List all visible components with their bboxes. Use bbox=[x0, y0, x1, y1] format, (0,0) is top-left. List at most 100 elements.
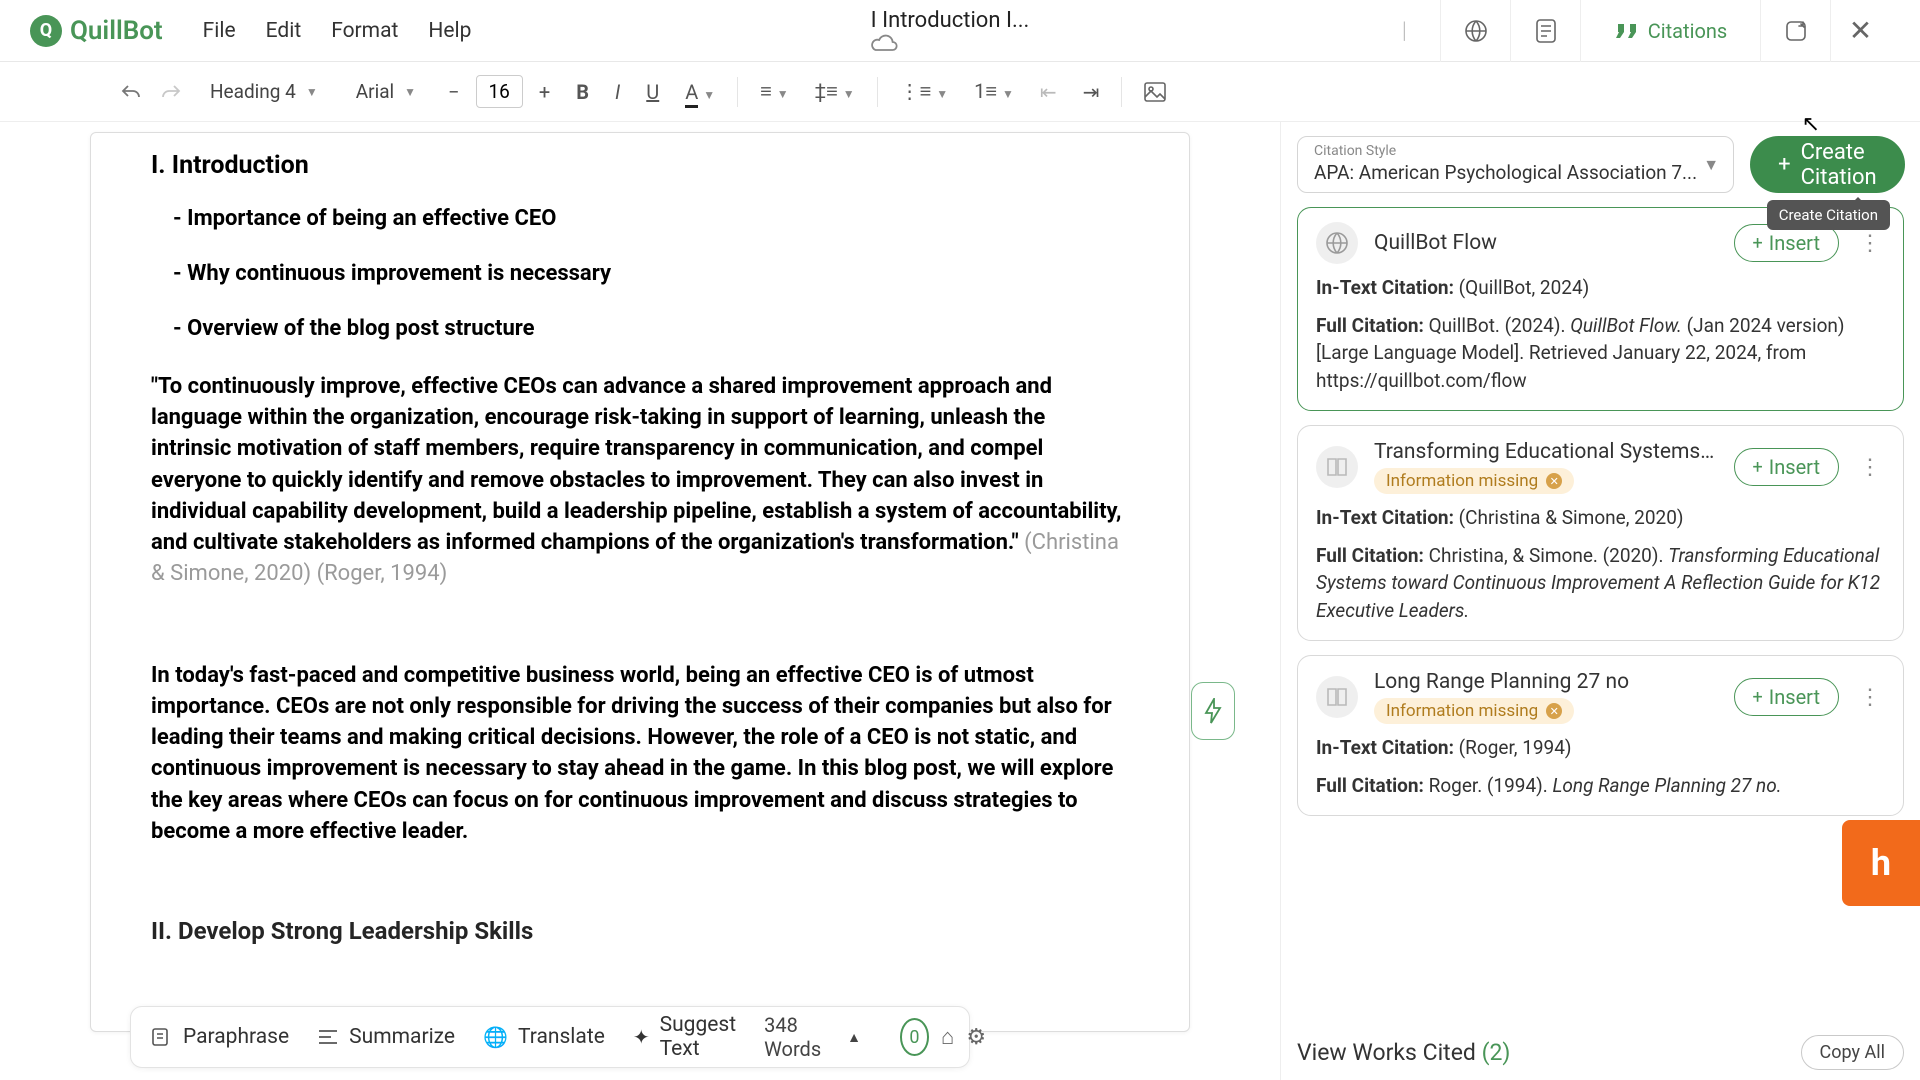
indent-button[interactable]: ⇥ bbox=[1079, 76, 1104, 108]
undo-button[interactable] bbox=[120, 81, 142, 103]
align-button[interactable]: ≡ ▼ bbox=[756, 75, 793, 108]
notes-icon[interactable] bbox=[1510, 0, 1580, 62]
citation-title: Long Range Planning 27 no bbox=[1374, 670, 1718, 694]
chevron-down-icon: ▼ bbox=[306, 85, 318, 99]
insert-label: Insert bbox=[1769, 685, 1820, 709]
more-icon[interactable]: ⋮ bbox=[1855, 685, 1885, 710]
citation-style-value: APA: American Psychological Association … bbox=[1314, 161, 1717, 184]
citation-card[interactable]: QuillBot Flow +Insert ⋮ In-Text Citation… bbox=[1297, 207, 1904, 411]
copy-all-button[interactable]: Copy All bbox=[1801, 1035, 1904, 1070]
more-icon[interactable]: ⋮ bbox=[1855, 231, 1885, 256]
suggest-label: Suggest Text bbox=[660, 1013, 736, 1061]
bold-button[interactable]: B bbox=[572, 76, 593, 108]
citation-card[interactable]: Transforming Educational Systems tow... … bbox=[1297, 425, 1904, 641]
cursor-icon: ↖ bbox=[1802, 112, 1820, 137]
more-icon[interactable]: ⋮ bbox=[1855, 455, 1885, 480]
create-citation-label: Create Citation bbox=[1801, 140, 1877, 190]
chevron-up-icon[interactable]: ▲ bbox=[847, 1029, 861, 1046]
font-decrease-button[interactable]: − bbox=[444, 76, 463, 108]
font-size-input[interactable]: 16 bbox=[476, 75, 523, 108]
numbered-list-button[interactable]: 1≡ ▼ bbox=[970, 75, 1018, 108]
heading-2: II. Develop Strong Leadership Skills bbox=[151, 917, 1129, 945]
view-works-cited[interactable]: View Works Cited (2) bbox=[1297, 1039, 1510, 1066]
document-page[interactable]: I. Introduction - Importance of being an… bbox=[90, 132, 1190, 1032]
formatting-toolbar: Heading 4 ▼ Arial ▼ − 16 + B I U A ▼ ≡ ▼ ‡… bbox=[0, 62, 1920, 122]
chevron-down-icon: ▼ bbox=[404, 85, 416, 99]
insert-label: Insert bbox=[1769, 455, 1820, 479]
bullet-list-button[interactable]: ⋮≡ ▼ bbox=[896, 75, 953, 108]
close-button[interactable]: ✕ bbox=[1830, 0, 1890, 62]
plus-icon: + bbox=[1753, 687, 1763, 708]
in-text-citation: In-Text Citation: (Roger, 1994) bbox=[1316, 734, 1885, 762]
info-missing-badge[interactable]: Information missing✕ bbox=[1374, 468, 1574, 494]
paraphrase-button[interactable]: Paraphrase bbox=[151, 1025, 289, 1049]
plus-icon: + bbox=[1753, 233, 1763, 254]
full-citation: Full Citation: Roger. (1994). Long Range… bbox=[1316, 772, 1885, 800]
chevron-down-icon: ▼ bbox=[703, 88, 715, 102]
bullet-2: - Why continuous improvement is necessar… bbox=[173, 261, 1129, 286]
heading-intro: I. Introduction bbox=[151, 151, 1129, 180]
outdent-button[interactable]: ⇤ bbox=[1036, 76, 1061, 108]
bullet-3: - Overview of the blog post structure bbox=[173, 316, 1129, 341]
chevron-down-icon: ▼ bbox=[777, 87, 789, 101]
chevron-down-icon: ▼ bbox=[1002, 87, 1014, 101]
redo-button[interactable] bbox=[160, 81, 182, 103]
menu-help[interactable]: Help bbox=[428, 19, 471, 43]
heading-value: Heading 4 bbox=[210, 80, 296, 103]
separator bbox=[877, 77, 878, 107]
chevron-down-icon: ▼ bbox=[843, 87, 855, 101]
insert-label: Insert bbox=[1769, 231, 1820, 255]
font-increase-button[interactable]: + bbox=[535, 76, 554, 108]
menu-bar: Q QuillBot File Edit Format Help I Intro… bbox=[0, 0, 1920, 62]
document-title[interactable]: I Introduction I... bbox=[871, 8, 1050, 53]
insert-image-button[interactable] bbox=[1140, 78, 1170, 106]
font-value: Arial bbox=[356, 80, 394, 103]
italic-button[interactable]: I bbox=[611, 76, 624, 108]
create-citation-button[interactable]: + Create Citation bbox=[1750, 136, 1905, 193]
insert-button[interactable]: + Insert bbox=[1734, 678, 1839, 716]
menu-format[interactable]: Format bbox=[331, 19, 398, 43]
word-count[interactable]: 348 Words bbox=[764, 1013, 835, 1061]
citation-card[interactable]: Long Range Planning 27 no Information mi… bbox=[1297, 655, 1904, 816]
menu-edit[interactable]: Edit bbox=[266, 19, 302, 43]
ai-assist-button[interactable] bbox=[1191, 682, 1235, 740]
citation-title: QuillBot Flow bbox=[1374, 231, 1718, 255]
translate-button[interactable]: 🌐Translate bbox=[483, 1025, 605, 1049]
citation-style-label: Citation Style bbox=[1314, 143, 1717, 159]
line-spacing-button[interactable]: ‡≡ ▼ bbox=[811, 75, 859, 108]
book-icon bbox=[1316, 446, 1358, 488]
citations-tab[interactable]: Citations bbox=[1580, 0, 1760, 62]
add-panel-icon[interactable] bbox=[1760, 0, 1830, 62]
heading-select[interactable]: Heading 4 ▼ bbox=[200, 76, 328, 107]
issues-badge[interactable]: 0 bbox=[900, 1018, 929, 1056]
summarize-label: Summarize bbox=[349, 1025, 455, 1049]
dismiss-icon[interactable]: ✕ bbox=[1546, 473, 1562, 489]
font-select[interactable]: Arial ▼ bbox=[346, 76, 426, 107]
globe-icon bbox=[1316, 222, 1358, 264]
web-icon[interactable] bbox=[1440, 0, 1510, 62]
insert-button[interactable]: + Insert bbox=[1734, 448, 1839, 486]
info-missing-badge[interactable]: Information missing✕ bbox=[1374, 698, 1574, 724]
chevron-down-icon: ▼ bbox=[1703, 155, 1719, 175]
citations-label: Citations bbox=[1648, 19, 1727, 43]
logo[interactable]: Q QuillBot bbox=[30, 15, 163, 47]
book-icon[interactable]: ⌂ bbox=[941, 1024, 954, 1050]
summarize-button[interactable]: Summarize bbox=[317, 1025, 455, 1049]
menu-items: File Edit Format Help bbox=[203, 19, 472, 43]
citation-title: Transforming Educational Systems tow... bbox=[1374, 440, 1718, 464]
divider-icon[interactable]: │ bbox=[1370, 0, 1440, 62]
honey-extension-tab[interactable]: h bbox=[1842, 820, 1920, 906]
citations-panel: Citation Style APA: American Psychologic… bbox=[1280, 122, 1920, 1080]
text-color-button[interactable]: A ▼ bbox=[681, 76, 719, 108]
menu-file[interactable]: File bbox=[203, 19, 236, 43]
logo-text: QuillBot bbox=[70, 16, 163, 46]
underline-button[interactable]: U bbox=[642, 76, 663, 108]
chevron-down-icon: ▼ bbox=[936, 87, 948, 101]
book-icon bbox=[1316, 676, 1358, 718]
citation-style-select[interactable]: Citation Style APA: American Psychologic… bbox=[1297, 136, 1734, 193]
dismiss-icon[interactable]: ✕ bbox=[1546, 703, 1562, 719]
plus-icon: + bbox=[1753, 457, 1763, 478]
suggest-text-button[interactable]: ✦Suggest Text bbox=[633, 1013, 736, 1061]
quote-paragraph: "To continuously improve, effective CEOs… bbox=[151, 371, 1129, 590]
settings-icon[interactable]: ⚙ bbox=[966, 1025, 986, 1050]
